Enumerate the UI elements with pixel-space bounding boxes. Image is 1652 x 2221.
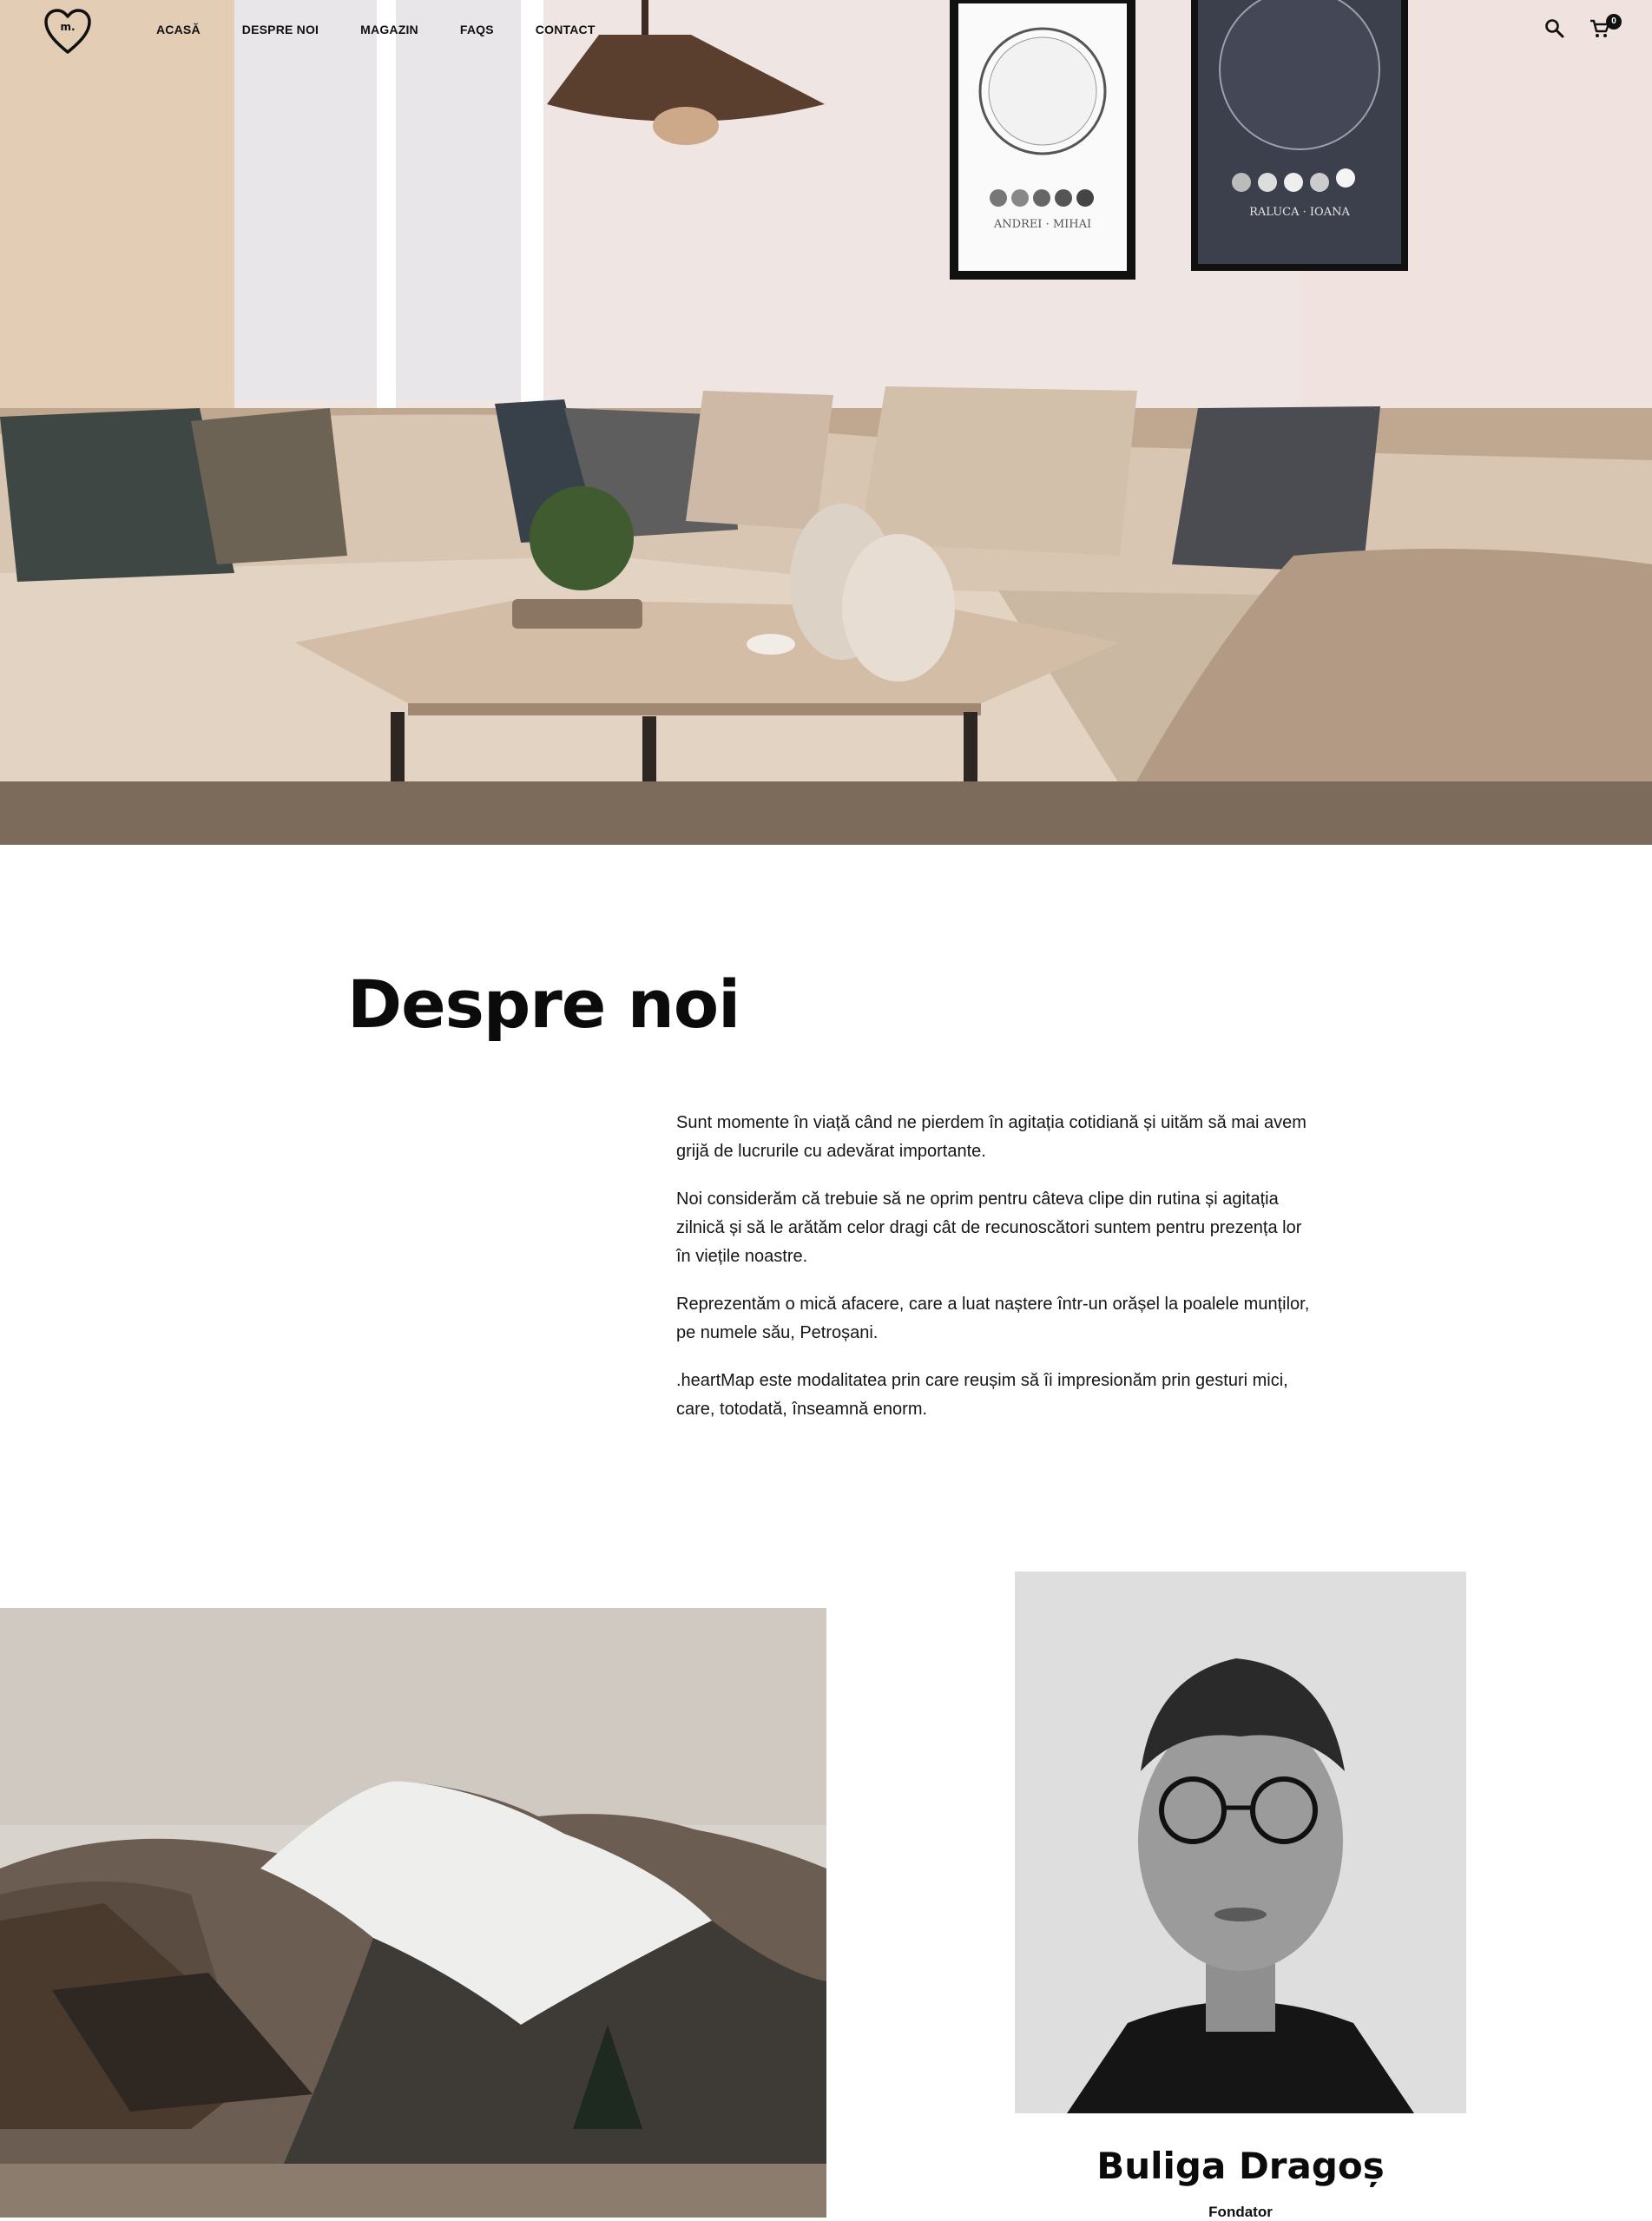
about-text: Sunt momente în viață când ne pierdem în… xyxy=(676,1109,1310,1443)
svg-text:ANDREI · MIHAI: ANDREI · MIHAI xyxy=(993,218,1091,231)
cart-button[interactable]: 0 xyxy=(1589,14,1622,43)
cart-count-badge: 0 xyxy=(1606,14,1622,30)
logo-text: m. xyxy=(60,21,76,33)
nav-item-contact[interactable]: CONTACT xyxy=(536,23,596,36)
site-header: m. ACASĂ DESPRE NOI MAGAZIN FAQS CONTACT… xyxy=(0,0,1652,63)
nav-item-despre-noi[interactable]: DESPRE NOI xyxy=(242,23,319,36)
about-paragraph: Sunt momente în viață când ne pierdem în… xyxy=(676,1113,1306,1161)
about-paragraph: Noi considerăm că trebuie să ne oprim pe… xyxy=(676,1190,1302,1266)
search-icon xyxy=(1545,19,1564,38)
svg-text:RALUCA · IOANA: RALUCA · IOANA xyxy=(1249,206,1350,219)
nav-item-faqs[interactable]: FAQS xyxy=(460,23,494,36)
about-paragraph: Reprezentăm o mică afacere, care a luat … xyxy=(676,1295,1310,1342)
nav-item-magazin[interactable]: MAGAZIN xyxy=(360,23,418,36)
founder-photo xyxy=(1015,1572,1466,2113)
mountain-image xyxy=(0,1608,826,2218)
hero-image: ANDREI · MIHAI RALUCA · IOANA xyxy=(0,0,1652,845)
founder-name: Buliga Dragoș xyxy=(1096,2145,1385,2187)
nav-item-acasa[interactable]: ACASĂ xyxy=(156,23,201,36)
page-title: Despre noi xyxy=(347,966,740,1043)
search-button[interactable] xyxy=(1543,17,1570,43)
heart-logo[interactable]: m. xyxy=(43,9,92,56)
about-paragraph: .heartMap este modalitatea prin care reu… xyxy=(676,1371,1288,1419)
founder-role: Fondator xyxy=(1208,2204,1273,2220)
main-nav: ACASĂ DESPRE NOI MAGAZIN FAQS CONTACT xyxy=(156,23,637,36)
